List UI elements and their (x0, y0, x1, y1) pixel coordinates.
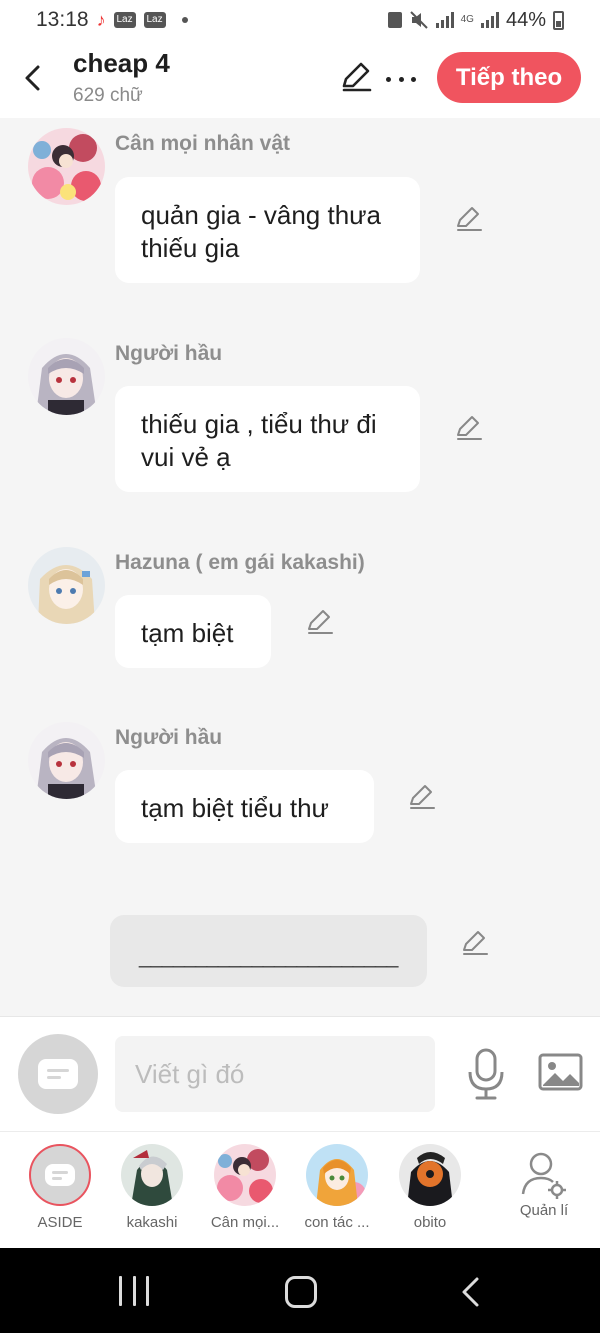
status-right: 4G 44% (387, 8, 564, 32)
character-label: Quản lí (519, 1202, 569, 1219)
dot-icon (398, 76, 404, 82)
status-bar: 13:18 ♪ Laz Laz 4G 44% (0, 0, 600, 40)
obito-avatar (399, 1144, 461, 1206)
pencil-icon (463, 931, 488, 955)
message-input[interactable] (115, 1036, 435, 1112)
message-bubble[interactable]: quản gia - vâng thưa thiếu gia (115, 177, 420, 283)
lazada-icon-2: Laz (143, 12, 166, 28)
network-label: 4G (460, 14, 474, 25)
page-title: cheap 4 (73, 48, 170, 78)
more-options-button[interactable] (386, 64, 416, 94)
message-bubble[interactable]: tạm biệt (115, 595, 271, 668)
mute-icon (409, 11, 428, 29)
dot-icon (411, 76, 416, 82)
maid-avatar (28, 722, 105, 799)
manage-characters-button[interactable]: Quản lí (499, 1144, 589, 1219)
image-icon (538, 1053, 583, 1091)
speaker-name: Cân mọi nhân vật (115, 132, 291, 155)
chat-bubble-icon (45, 1164, 75, 1186)
character-label: ASIDE (37, 1214, 83, 1231)
chat-area[interactable]: Cân mọi nhân vật quản gia - vâng thưa th… (0, 118, 600, 1016)
edit-message-button[interactable] (407, 783, 435, 811)
system-nav-bar (0, 1248, 600, 1333)
signal-icon (435, 12, 454, 28)
character-aside[interactable]: ASIDE (15, 1144, 105, 1231)
edit-message-button[interactable] (454, 414, 482, 442)
character-con-tac[interactable]: con tác ... (292, 1144, 382, 1231)
draft-bubble[interactable]: _______________________ (110, 915, 427, 987)
speaker-name: Người hầu (115, 342, 223, 365)
next-button[interactable]: Tiếp theo (437, 52, 581, 103)
app-header: cheap 4 629 chữ Tiếp theo (0, 40, 600, 118)
speaker-name: Hazuna ( em gái kakashi) (115, 551, 365, 574)
status-left: 13:18 ♪ Laz Laz (36, 8, 188, 32)
microphone-button[interactable] (466, 1047, 506, 1101)
lazada-icon: Laz (113, 12, 136, 28)
recycle-icon (387, 12, 402, 28)
user-settings-icon (519, 1150, 569, 1200)
recent-bar-icon (119, 1276, 122, 1306)
tiktok-icon: ♪ (96, 9, 106, 30)
word-count: 629 chữ (73, 85, 143, 106)
back-chevron-icon (462, 1277, 479, 1307)
battery-percent: 44% (505, 8, 546, 31)
input-bar (0, 1016, 600, 1131)
speaker-name: Người hầu (115, 726, 223, 749)
notification-dot-icon (181, 17, 188, 23)
recent-bar-icon (132, 1276, 136, 1306)
dot-icon (386, 76, 391, 82)
maid-avatar (28, 338, 105, 415)
aside-avatar (29, 1144, 91, 1206)
microphone-icon (468, 1048, 504, 1100)
character-can-moi[interactable]: Cân mọi... (200, 1144, 290, 1231)
con-tac-avatar (306, 1144, 368, 1206)
message-bubble[interactable]: thiếu gia , tiểu thư đi vui vẻ ạ (115, 386, 420, 492)
status-time: 13:18 (36, 8, 89, 31)
edit-draft-button[interactable] (460, 929, 488, 957)
pencil-icon (308, 610, 333, 634)
pencil-icon (342, 62, 372, 92)
character-label: con tác ... (304, 1214, 370, 1231)
recent-bar-icon (146, 1276, 149, 1306)
title-block: cheap 4 629 chữ (73, 48, 170, 107)
edit-message-button[interactable] (454, 205, 482, 233)
back-arrow-icon (25, 65, 40, 91)
character-strip: ASIDE kakashi Cân mọi... con tác ... obi… (0, 1131, 600, 1248)
character-label: obito (413, 1214, 447, 1231)
collage-avatar (28, 128, 105, 205)
chat-bubble-icon (38, 1059, 78, 1089)
recent-apps-button[interactable] (119, 1276, 149, 1306)
character-label: Cân mọi... (210, 1214, 280, 1231)
pencil-icon (457, 416, 482, 440)
girl-avatar (28, 547, 105, 624)
kakashi-avatar (121, 1144, 183, 1206)
character-kakashi[interactable]: kakashi (107, 1144, 197, 1231)
signal-icon-2 (480, 12, 499, 28)
character-obito[interactable]: obito (385, 1144, 475, 1231)
pencil-icon (410, 785, 435, 809)
image-button[interactable] (538, 1052, 583, 1092)
home-button[interactable] (285, 1276, 317, 1308)
edit-message-button[interactable] (305, 608, 333, 636)
message-bubble[interactable]: tạm biệt tiểu thư (115, 770, 374, 843)
back-button[interactable] (14, 58, 50, 98)
aside-toggle-button[interactable] (18, 1034, 98, 1114)
collage-avatar (214, 1144, 276, 1206)
edit-title-button[interactable] (338, 60, 372, 94)
battery-icon (553, 10, 564, 30)
character-label: kakashi (126, 1214, 178, 1231)
system-back-button[interactable] (458, 1276, 482, 1308)
pencil-icon (457, 207, 482, 231)
